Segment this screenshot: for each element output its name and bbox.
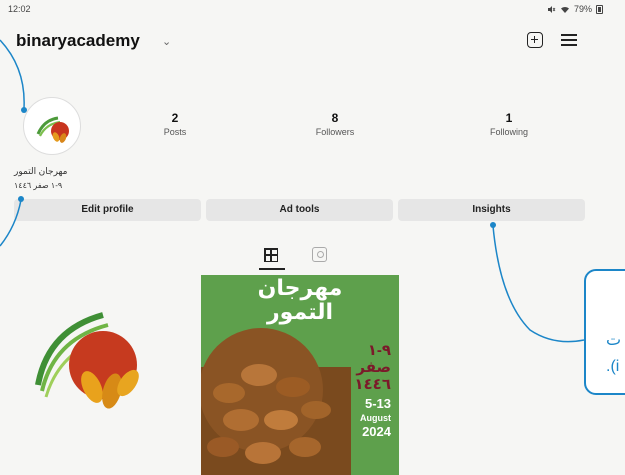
post-thumbnail-logo[interactable] (8, 275, 198, 475)
tagged-posts-icon[interactable] (312, 247, 327, 262)
post-thumbnail-poster[interactable]: مهرجان التمور ٩-١ صفر ١٤٤٦ 5-13 August 2… (201, 275, 399, 475)
profile-header: binaryacademy ⌄ (0, 26, 625, 60)
posts-label: Posts (163, 127, 187, 137)
poster-hijri-year: ١٤٤٦ (354, 376, 391, 393)
edit-profile-button[interactable]: Edit profile (14, 199, 201, 221)
callout-line-2: i). (606, 358, 620, 375)
posts-count: 2 (171, 111, 179, 125)
festival-logo-image (35, 312, 139, 409)
username-switcher[interactable]: binaryacademy (16, 31, 140, 51)
instagram-profile-screen: 12:02 79% binaryacademy ⌄ مهرجان التمور … (0, 0, 625, 475)
poster-year: 2024 (362, 424, 391, 439)
stat-following[interactable]: 1 Following (464, 111, 554, 137)
poster-hijri-days: ٩-١ (367, 342, 391, 359)
avatar[interactable] (23, 97, 81, 155)
battery-percentage: 79% (573, 4, 592, 14)
status-bar: 12:02 79% (0, 0, 625, 18)
followers-label: Followers (315, 127, 355, 137)
followers-count: 8 (331, 111, 339, 125)
create-post-icon[interactable] (527, 32, 543, 48)
following-count: 1 (505, 111, 513, 125)
status-icons: 79% (547, 4, 603, 14)
callout-line-1: ت (606, 332, 622, 349)
battery-icon (596, 4, 603, 14)
wifi-icon (560, 6, 569, 13)
festival-logo-icon (36, 116, 69, 143)
stat-posts[interactable]: 2 Posts (130, 111, 220, 137)
poster-month: August (360, 413, 391, 423)
grid-icon[interactable] (264, 248, 278, 262)
chevron-down-icon[interactable]: ⌄ (162, 35, 171, 48)
profile-bio: ٩-١ صفر ١٤٤٦ (14, 181, 63, 190)
hamburger-menu-icon[interactable] (561, 33, 577, 47)
stat-followers[interactable]: 8 Followers (290, 111, 380, 137)
active-tab-indicator (259, 268, 285, 270)
following-label: Following (489, 127, 529, 137)
mute-icon (547, 5, 556, 13)
profile-tabs (0, 244, 625, 272)
insights-button[interactable]: Insights (398, 199, 585, 221)
poster-hijri-month: صفر (356, 359, 391, 376)
poster-days: 5-13 (364, 396, 391, 411)
status-time: 12:02 (8, 4, 31, 14)
ad-tools-button[interactable]: Ad tools (206, 199, 393, 221)
profile-display-name: مهرجان التمور (14, 166, 68, 176)
